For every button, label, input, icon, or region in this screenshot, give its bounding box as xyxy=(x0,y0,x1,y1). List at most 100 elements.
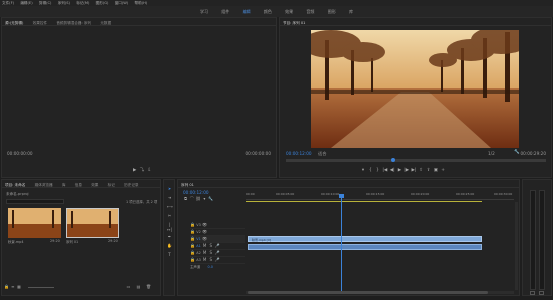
track-select-icon[interactable]: ⇥ xyxy=(167,195,172,200)
program-wrench-icon[interactable]: 🔧 xyxy=(514,150,520,155)
track-lock-icon[interactable]: 🔒 xyxy=(190,257,195,262)
export-frame-icon[interactable]: ▣ xyxy=(433,168,439,174)
hand-tool-icon[interactable]: ✋ xyxy=(167,243,172,248)
go-to-out-icon[interactable]: ▶| xyxy=(411,168,417,174)
audio-clip[interactable] xyxy=(248,244,482,250)
source-insert-icon[interactable]: ⤵ xyxy=(139,168,145,174)
step-back-icon[interactable]: ◀| xyxy=(389,168,395,174)
workspace-assembly[interactable]: 组件 xyxy=(221,6,229,17)
master-volume-value[interactable]: 0.0 xyxy=(207,265,212,269)
project-item-thumbnail[interactable] xyxy=(8,208,61,238)
marker-icon[interactable]: ▾ xyxy=(360,168,366,174)
workspace-effects[interactable]: 效果 xyxy=(285,6,293,17)
eye-icon[interactable]: 👁 xyxy=(202,229,207,234)
tab-audio-clip-mixer[interactable]: 音频剪辑混合器: 序列 xyxy=(56,21,91,26)
pen-tool-icon[interactable]: ✒ xyxy=(167,234,172,239)
tab-sequence[interactable]: 序列 01 xyxy=(181,183,194,188)
mic-icon[interactable]: 🎤 xyxy=(215,243,220,248)
trash-icon[interactable]: 🗑 xyxy=(146,284,151,289)
type-tool-icon[interactable]: T xyxy=(167,252,172,257)
program-fit-select[interactable]: 适合 xyxy=(318,151,326,157)
tab-effect-controls[interactable]: 效果控件 xyxy=(33,21,47,26)
master-track[interactable]: 主声道 0.0 xyxy=(190,264,245,271)
video-track-v3[interactable]: 🔒 V3 👁 xyxy=(190,222,245,229)
source-overwrite-icon[interactable]: ⇩ xyxy=(146,168,152,174)
playhead-handle[interactable] xyxy=(339,194,344,198)
list-view-icon[interactable]: ≡ xyxy=(10,284,15,289)
program-scrubber[interactable] xyxy=(286,158,546,162)
workspace-graphics[interactable]: 图形 xyxy=(328,6,336,17)
eye-icon[interactable]: 👁 xyxy=(202,222,207,227)
tab-media-browser[interactable]: 媒体浏览器 xyxy=(35,183,53,187)
tab-source[interactable]: 源:(无剪辑) xyxy=(5,21,23,26)
mark-out-icon[interactable]: } xyxy=(375,168,381,174)
icon-view-icon[interactable]: ▦ xyxy=(17,284,22,289)
workspace-learn[interactable]: 学习 xyxy=(200,6,208,17)
workspace-color[interactable]: 颜色 xyxy=(264,6,272,17)
tab-project[interactable]: 项目: 未命名 xyxy=(5,183,25,187)
play-button[interactable]: ▶ xyxy=(396,168,402,174)
mute-icon[interactable]: M xyxy=(202,250,207,255)
work-area-bar[interactable] xyxy=(246,201,482,202)
tab-libraries[interactable]: 库 xyxy=(62,183,66,187)
eye-icon[interactable]: 👁 xyxy=(202,236,207,241)
timeline-vertical-scrollbar[interactable] xyxy=(515,202,518,290)
timeline-horizontal-scrollbar[interactable] xyxy=(246,291,514,294)
tab-program[interactable]: 节目: 序列 01 xyxy=(283,21,305,26)
video-track-v1[interactable]: 🔒 V1 👁 xyxy=(190,236,245,243)
solo-icon[interactable]: S xyxy=(208,250,213,255)
program-timecode-current[interactable]: 00:00:12:00 xyxy=(286,151,312,156)
ripple-edit-icon[interactable]: ⟷ xyxy=(167,204,173,209)
mute-icon[interactable]: M xyxy=(202,243,207,248)
track-lock-icon[interactable]: 🔒 xyxy=(190,229,195,234)
extract-icon[interactable]: ⇪ xyxy=(426,168,432,174)
video-track-v2[interactable]: 🔒 V2 👁 xyxy=(190,229,245,236)
mic-icon[interactable]: 🎤 xyxy=(215,257,220,262)
video-clip[interactable]: 秋景.mp4 [V] xyxy=(248,236,482,242)
add-marker-icon[interactable]: ▾ xyxy=(202,196,207,201)
track-lock-icon[interactable]: 🔒 xyxy=(190,243,195,248)
tab-effects[interactable]: 效果 xyxy=(91,183,98,187)
project-search-input[interactable] xyxy=(6,199,64,204)
tab-info[interactable]: 信息 xyxy=(75,183,82,187)
tab-metadata[interactable]: 元数据 xyxy=(100,21,111,26)
project-sequence-thumbnail[interactable] xyxy=(66,208,119,238)
button-editor-icon[interactable]: + xyxy=(440,168,446,174)
workspace-audio[interactable]: 音频 xyxy=(306,6,314,17)
solo-icon[interactable]: S xyxy=(208,243,213,248)
mark-in-icon[interactable]: { xyxy=(367,168,373,174)
timeline-timecode[interactable]: 00:00:12:00 xyxy=(183,190,209,195)
source-play-button[interactable]: ▶ xyxy=(132,168,138,174)
lift-icon[interactable]: ⇧ xyxy=(418,168,424,174)
new-bin-icon[interactable]: ▭ xyxy=(126,284,131,289)
lock-icon[interactable]: 🔒 xyxy=(4,284,9,289)
workspace-libraries[interactable]: 库 xyxy=(349,6,353,17)
track-lock-icon[interactable]: 🔒 xyxy=(190,236,195,241)
audio-track-a3[interactable]: 🔒 A3 M S 🎤 xyxy=(190,257,245,264)
timeline-settings-icon[interactable]: 🔧 xyxy=(208,196,213,201)
go-to-in-icon[interactable]: |◀ xyxy=(382,168,388,174)
track-lock-icon[interactable]: 🔒 xyxy=(190,222,195,227)
razor-tool-icon[interactable]: ✂ xyxy=(167,213,172,218)
timeline-ruler[interactable]: 00:00 00:00:05:00 00:00:10:00 00:00:15:0… xyxy=(246,192,514,200)
scrollbar-thumb[interactable] xyxy=(248,291,488,294)
mic-icon[interactable]: 🎤 xyxy=(215,250,220,255)
track-lock-icon[interactable]: 🔒 xyxy=(190,250,195,255)
meter-solo-button[interactable] xyxy=(530,291,535,295)
linked-selection-icon[interactable]: ⛓ xyxy=(196,196,201,201)
program-video-frame[interactable] xyxy=(311,30,519,148)
meter-solo-button[interactable] xyxy=(539,291,544,295)
slip-tool-icon[interactable]: |↔| xyxy=(167,222,172,232)
nest-icon[interactable]: ⧉ xyxy=(183,196,188,201)
audio-track-a2[interactable]: 🔒 A2 M S 🎤 xyxy=(190,250,245,257)
audio-track-a1[interactable]: 🔒 A1 M S 🎤 xyxy=(190,243,245,250)
timeline-playhead[interactable] xyxy=(341,194,342,291)
program-playhead-marker[interactable] xyxy=(391,158,395,162)
step-forward-icon[interactable]: |▶ xyxy=(404,168,410,174)
tab-markers[interactable]: 标记 xyxy=(108,183,115,187)
selection-tool-icon[interactable]: ➤ xyxy=(167,186,172,191)
snap-icon[interactable]: ⌒ xyxy=(189,196,194,201)
solo-icon[interactable]: S xyxy=(208,257,213,262)
mute-icon[interactable]: M xyxy=(202,257,207,262)
new-item-icon[interactable]: ▤ xyxy=(136,284,141,289)
